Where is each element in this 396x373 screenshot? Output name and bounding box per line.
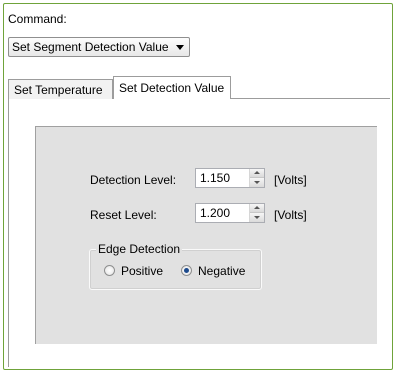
- stepper-down-icon[interactable]: [250, 178, 264, 187]
- tab-label: Set Temperature: [14, 83, 103, 97]
- detection-level-value[interactable]: 1.150: [200, 171, 230, 185]
- detection-settings-panel: [35, 126, 377, 344]
- command-select[interactable]: Set Segment Detection Value: [8, 37, 190, 57]
- reset-level-value[interactable]: 1.200: [200, 206, 230, 220]
- reset-level-unit: [Volts]: [274, 208, 307, 222]
- radio-positive-label[interactable]: Positive: [121, 264, 163, 278]
- command-select-value: Set Segment Detection Value: [12, 40, 169, 54]
- detection-level-unit: [Volts]: [274, 173, 307, 187]
- stepper-buttons: [249, 204, 264, 222]
- detection-level-label: Detection Level:: [90, 173, 177, 187]
- reset-level-label: Reset Level:: [90, 208, 157, 222]
- command-label: Command:: [8, 12, 67, 26]
- stepper-up-icon[interactable]: [250, 169, 264, 178]
- reset-level-stepper[interactable]: 1.200: [195, 203, 265, 223]
- chevron-down-icon[interactable]: [176, 45, 184, 50]
- radio-negative[interactable]: [181, 265, 192, 276]
- radio-positive[interactable]: [104, 265, 115, 276]
- radio-negative-label[interactable]: Negative: [198, 264, 245, 278]
- tab-set-temperature[interactable]: Set Temperature: [8, 79, 113, 99]
- stepper-buttons: [249, 169, 264, 187]
- stepper-down-icon[interactable]: [250, 213, 264, 222]
- tab-label: Set Detection Value: [119, 81, 225, 95]
- edge-detection-title: Edge Detection: [96, 242, 183, 256]
- detection-level-stepper[interactable]: 1.150: [195, 168, 265, 188]
- stepper-up-icon[interactable]: [250, 204, 264, 213]
- tab-set-detection-value[interactable]: Set Detection Value: [113, 76, 231, 99]
